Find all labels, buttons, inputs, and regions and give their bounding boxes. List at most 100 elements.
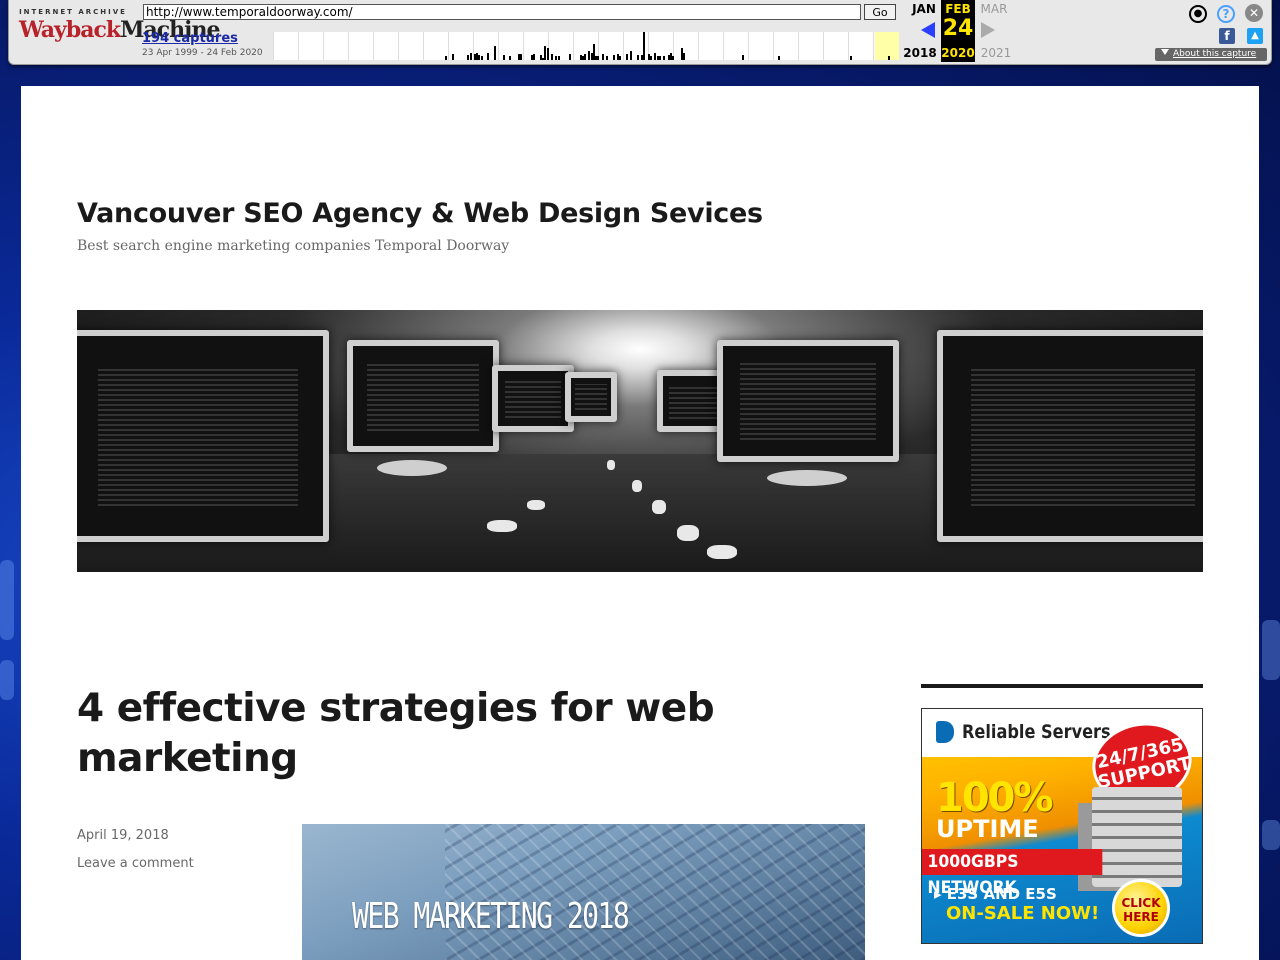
sparkline-bar [445,56,448,60]
wayback-url-input[interactable] [143,4,861,20]
header-image-monitor [347,340,499,452]
wayback-current-day: 24 [942,16,974,41]
sparkline-year-divider [348,32,349,60]
header-image-digit [487,520,517,532]
header-image-digit [607,460,615,470]
sparkline-bar [546,48,549,60]
sparkline-year-divider [798,32,799,60]
wayback-about-capture-button[interactable]: About this capture [1155,48,1267,61]
sparkline-bar [502,55,505,60]
sparkline-year-divider [373,32,374,60]
post-date[interactable]: April 19, 2018 [77,828,169,843]
sparkline-bar [487,53,490,60]
sparkline-year-divider [748,32,749,60]
wayback-prev-month[interactable]: JAN [907,2,941,16]
ad-uptime-label: UPTIME [936,815,1039,843]
wayback-logo-small: INTERNET ARCHIVE [19,8,127,16]
header-image-monitor [937,330,1203,542]
sparkline-bar [520,54,523,60]
sparkline-year-divider [523,32,524,60]
header-image-monitor [565,372,617,422]
header-image-monitor [717,340,899,462]
post-image-text: WEB MARKETING 2018 [352,896,630,937]
sparkline-year-divider [623,32,624,60]
twitter-icon[interactable]: ▲ [1247,28,1263,44]
ad-click-here-button[interactable]: CLICK HERE [1112,879,1170,937]
background-streak [1262,620,1280,680]
sparkline-bar [452,54,454,60]
sparkline-year-divider [773,32,774,60]
header-image-monitor [77,330,329,542]
sparkline-bar [650,56,652,60]
ad-sale-line1: ▸ E3S AND E5S [934,885,1057,903]
user-icon[interactable]: ● [1189,5,1207,23]
sparkline-bar [630,51,633,60]
ad-network: 1000GBPS NETWORK [922,849,1103,898]
wayback-next-year[interactable]: 2021 [979,46,1013,60]
sparkline-bar [557,56,560,60]
sidebar-divider [921,684,1203,688]
wayback-logo[interactable]: INTERNET ARCHIVE WaybackMachine [19,8,220,52]
sparkline-year-divider [498,32,499,60]
wayback-prev-arrow-icon[interactable] [921,22,935,38]
sparkline-bar [551,54,553,60]
page-content: Vancouver SEO Agency & Web Design Sevice… [21,86,1259,960]
sparkline-bar [568,54,571,60]
sparkline-bar [619,56,622,60]
wayback-cur-month: FEB [945,2,971,16]
header-image [77,310,1203,572]
wayback-captures-link[interactable]: 194 captures [142,31,238,46]
post-featured-image[interactable]: WEB MARKETING 2018 [302,824,865,960]
sparkline-bar [663,56,666,60]
sparkline-year-divider [723,32,724,60]
header-image-digit [707,545,737,559]
sparkline-year-divider [823,32,824,60]
sparkline-bar [672,56,674,60]
help-icon[interactable]: ? [1217,5,1235,23]
wayback-cur-year: 2020 [941,46,975,60]
sparkline-bar [601,54,604,60]
post-title[interactable]: 4 effective strategies for web marketing [77,684,777,784]
sparkline-bar [850,56,853,60]
sparkline-bar [469,53,472,60]
sparkline-year-divider [398,32,399,60]
sparkline-year-divider [873,32,874,60]
header-image-digit [632,480,642,492]
server-icon [1092,787,1182,887]
sparkline-bar [597,56,600,60]
wayback-sparkline[interactable] [273,32,899,60]
sparkline-bar [480,56,483,60]
sparkline-bar [612,55,615,60]
background-streak [0,660,14,700]
sidebar-ad-banner[interactable]: Reliable Servers 24/7/365 SUPPORT 100% U… [921,708,1203,944]
background-streak [0,560,14,640]
wayback-next-arrow-icon[interactable] [981,22,995,38]
site-title[interactable]: Vancouver SEO Agency & Web Design Sevice… [77,198,763,229]
post-comment-link[interactable]: Leave a comment [77,856,194,871]
ad-sale-line2: ON-SALE NOW! [946,903,1100,924]
post-image-circuit [445,824,865,960]
sparkline-year-divider [298,32,299,60]
close-icon[interactable]: ✕ [1245,4,1263,22]
sparkline-bar [887,56,890,60]
sparkline-bar [533,54,536,60]
header-image-digit [677,525,699,541]
sparkline-bar [493,46,496,60]
sparkline-bar [658,56,661,60]
wayback-prev-year[interactable]: 2018 [903,46,937,60]
sparkline-year-divider [323,32,324,60]
header-image-digit [527,500,545,510]
wayback-go-button[interactable]: Go [864,4,896,20]
ad-logo-icon [936,721,954,743]
sparkline-year-divider [273,32,274,60]
background-streak [1262,820,1280,850]
wayback-toolbar: INTERNET ARCHIVE WaybackMachine Go 194 c… [8,0,1272,65]
sparkline-year-divider [698,32,699,60]
sparkline-year-divider [573,32,574,60]
sparkline-bar [683,53,685,60]
wayback-next-month[interactable]: MAR [977,2,1011,16]
wayback-logo-main-1: Wayback [19,17,121,43]
facebook-icon[interactable]: f [1219,28,1235,44]
sparkline-bar [625,54,628,60]
sparkline-year-divider [848,32,849,60]
